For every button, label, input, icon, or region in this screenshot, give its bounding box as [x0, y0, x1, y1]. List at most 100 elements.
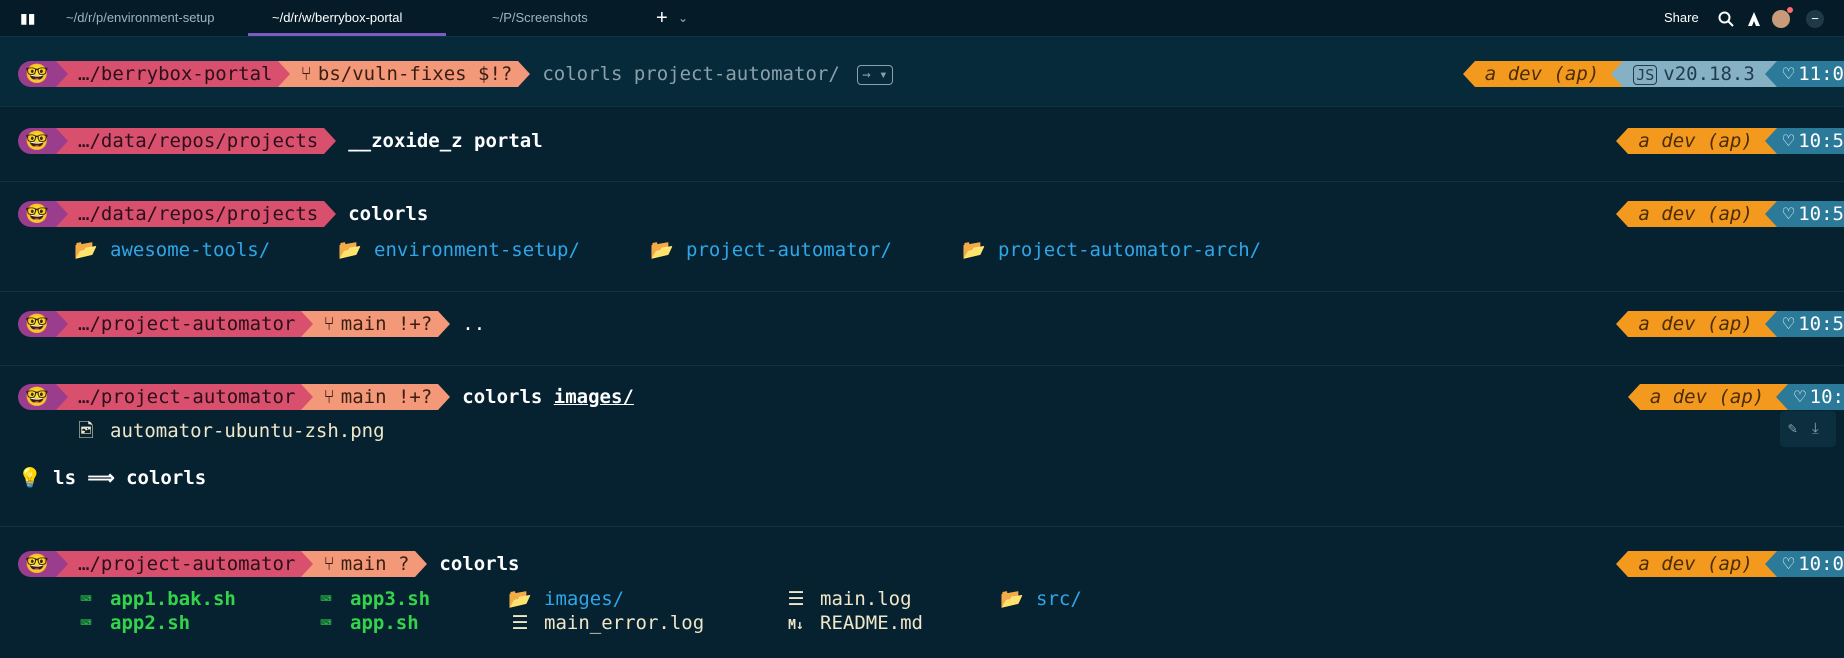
terminal-file-icon: ⌨: [80, 588, 92, 610]
download-icon[interactable]: ⤓: [1812, 419, 1819, 437]
prompt-line: 🤓 …/project-automator ⑂ main !+? colorls ima…: [18, 384, 634, 410]
search-icon[interactable]: [1718, 0, 1734, 36]
prompt-time: 10:5: [1798, 130, 1844, 152]
heart-icon: ♡: [1794, 386, 1806, 408]
command-block[interactable]: 🤓 …/project-automator ⑂ main !+? colorls ima…: [0, 366, 1844, 527]
aws-icon: a: [1649, 386, 1662, 408]
nerd-emoji-icon: 🤓: [18, 128, 56, 154]
nerd-emoji-icon: 🤓: [18, 311, 56, 337]
node-version: v20.18.3: [1663, 63, 1755, 85]
right-prompt: a dev (ap) ♡ 10:5: [1616, 311, 1844, 337]
avatar[interactable]: [1772, 0, 1793, 36]
prompt-path: …/project-automator: [68, 551, 302, 577]
prompt-time: 10:5: [1798, 203, 1844, 225]
command-block[interactable]: 🤓 …/data/repos/projects __zoxide_z portal …: [0, 107, 1844, 182]
command-text: colorls: [462, 386, 543, 408]
git-branch-icon: ⑂: [323, 386, 335, 408]
block-actions: ✎ ⤓: [1780, 411, 1836, 447]
pin-icon[interactable]: ✎: [1788, 419, 1797, 437]
command-text: ..: [462, 313, 486, 335]
right-prompt: a dev (ap) JS v20.18.3 ♡ 11:0: [1462, 61, 1844, 87]
git-branch-icon: ⑂: [300, 63, 312, 85]
prompt-line: 🤓 …/project-automator ⑂ main ? colorls: [18, 551, 519, 577]
tab-environment-setup[interactable]: ~/d/r/p/environment-setup: [66, 0, 215, 36]
prompt-time: 11:0: [1798, 63, 1844, 85]
new-tab-button[interactable]: +: [656, 0, 668, 36]
aws-icon: a: [1484, 63, 1497, 85]
git-branch: bs/vuln-fixes $!?: [317, 63, 513, 85]
tab-berrybox-portal[interactable]: ~/d/r/w/berrybox-portal: [272, 0, 402, 36]
list-item: 📂 images/: [508, 588, 625, 610]
folder-icon: 📂: [508, 588, 532, 610]
right-prompt: a dev (ap) ♡ 10:0: [1616, 551, 1844, 577]
right-prompt: a dev (ap) ♡ 10:5: [1616, 201, 1844, 227]
sidebar-toggle-icon[interactable]: ▮▮: [20, 0, 35, 36]
nerd-emoji-icon: 🤓: [18, 384, 56, 410]
list-item: 📂 project-automator/: [650, 239, 892, 261]
command-text: __zoxide_z portal: [348, 130, 543, 152]
heart-icon: ♡: [1782, 130, 1795, 152]
prompt-time: 10:: [1809, 386, 1844, 408]
prompt-time: 10:5: [1798, 313, 1844, 335]
list-item: ⌨ app1.bak.sh: [74, 587, 236, 611]
right-prompt: a dev (ap) ♡ 10:: [1627, 384, 1844, 410]
share-button[interactable]: Share: [1664, 0, 1699, 36]
nodejs-icon: JS: [1633, 65, 1658, 85]
prompt-path: …/project-automator: [68, 311, 302, 337]
ai-agent-icon[interactable]: [1747, 0, 1761, 36]
command-text: colorls: [439, 553, 520, 575]
list-item: 📂 project-automator-arch/: [962, 239, 1262, 261]
aws-icon: a: [1638, 553, 1650, 575]
aws-profile: dev (ap): [1649, 553, 1753, 575]
git-branch: main !+?: [340, 386, 433, 408]
minimize-button[interactable]: −: [1806, 0, 1824, 36]
list-item: 🖻 automator-ubuntu-zsh.png: [74, 419, 384, 443]
command-block[interactable]: 🤓 …/project-automator ⑂ main ? colorls a dev…: [0, 527, 1844, 658]
list-item: ⌨ app3.sh: [314, 587, 430, 611]
heart-icon: ♡: [1782, 203, 1795, 225]
folder-icon: 📂: [650, 239, 674, 261]
aws-icon: a: [1638, 130, 1650, 152]
folder-icon: 📂: [338, 239, 362, 261]
tab-bar: ▮▮ ~/d/r/p/environment-setup ~/d/r/w/ber…: [0, 0, 1844, 37]
nerd-emoji-icon: 🤓: [18, 201, 56, 227]
tab-screenshots[interactable]: ~/P/Screenshots: [492, 0, 588, 36]
command-argument: images/: [553, 386, 634, 408]
autosuggest-accept-button[interactable]: → ▾: [857, 64, 893, 85]
list-item: 📂 awesome-tools/: [74, 239, 271, 261]
list-item: ☰ main_error.log: [508, 611, 704, 635]
terminal-file-icon: ⌨: [320, 612, 332, 634]
prompt-path: …/berrybox-portal: [68, 61, 279, 87]
git-branch-icon: ⑂: [323, 553, 335, 575]
alias-hint: 💡 ls ⟹ colorls: [18, 467, 207, 489]
list-item: M↓ README.md: [784, 611, 923, 635]
prompt-path: …/project-automator: [68, 384, 302, 410]
aws-profile: dev (ap): [1649, 130, 1753, 152]
prompt-path: …/data/repos/projects: [68, 128, 325, 154]
list-item: ⌨ app2.sh: [74, 611, 190, 635]
aws-icon: a: [1638, 313, 1650, 335]
prompt-line: 🤓 …/data/repos/projects __zoxide_z portal: [18, 128, 543, 154]
git-branch: main ?: [340, 553, 410, 575]
folder-icon: 📂: [1000, 588, 1024, 610]
nerd-emoji-icon: 🤓: [18, 61, 56, 87]
prompt-line: 🤓 …/data/repos/projects colorls: [18, 201, 428, 227]
command-block[interactable]: 🤓 …/berrybox-portal ⑂ bs/vuln-fixes $!? colo…: [0, 37, 1844, 107]
command-block[interactable]: 🤓 …/project-automator ⑂ main !+?.. a dev (a…: [0, 292, 1844, 366]
aws-profile: dev (ap): [1649, 313, 1753, 335]
lightbulb-icon: 💡: [18, 467, 42, 489]
heart-icon: ♡: [1782, 313, 1795, 335]
command-block[interactable]: 🤓 …/data/repos/projects colorls a dev (ap)…: [0, 182, 1844, 292]
chevron-down-icon[interactable]: ⌄: [678, 0, 688, 36]
list-item: ☰ main.log: [784, 587, 911, 611]
prompt-path: …/data/repos/projects: [68, 201, 325, 227]
prompt-time: 10:0: [1798, 553, 1844, 575]
active-tab-indicator: [248, 33, 446, 36]
prompt-line: 🤓 …/project-automator ⑂ main !+?..: [18, 311, 485, 337]
git-branch-icon: ⑂: [323, 313, 335, 335]
command-text: colorls project-automator/: [542, 63, 840, 85]
prompt-line: 🤓 …/berrybox-portal ⑂ bs/vuln-fixes $!? colo…: [18, 61, 893, 87]
log-file-icon: ☰: [787, 588, 805, 610]
aws-profile: dev (ap): [1661, 386, 1765, 408]
git-branch: main !+?: [340, 313, 433, 335]
